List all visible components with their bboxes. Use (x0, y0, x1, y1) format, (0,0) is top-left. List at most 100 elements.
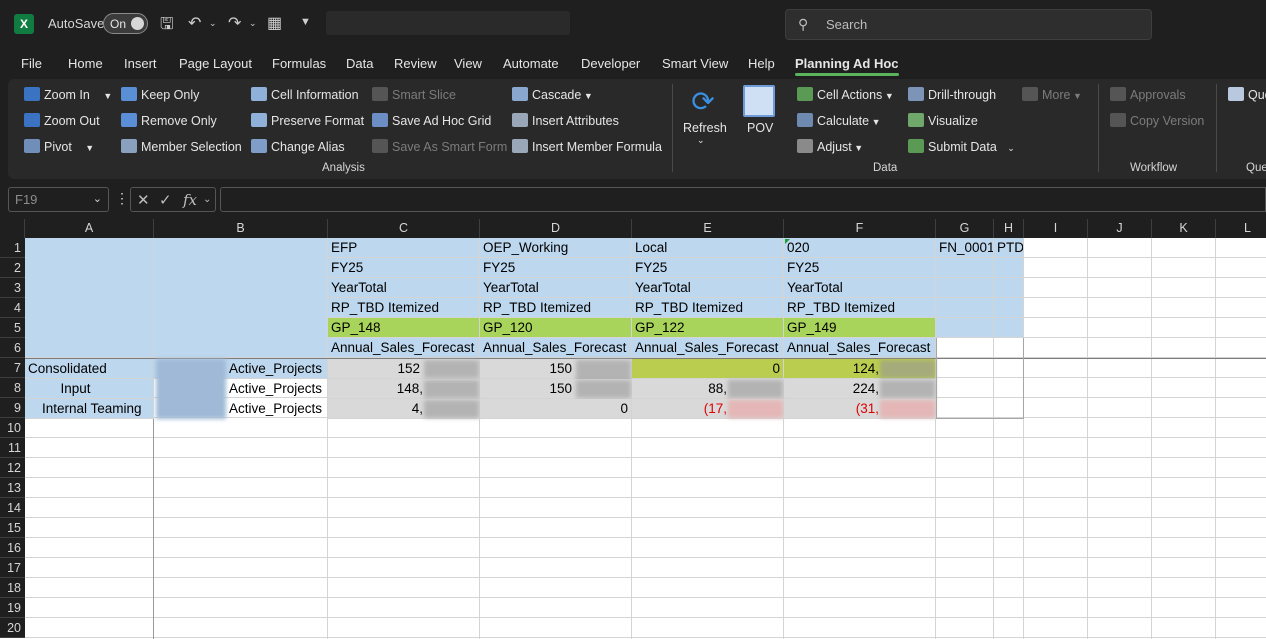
row-header[interactable]: 20 (0, 618, 25, 638)
cancel-icon[interactable]: ✕ (137, 191, 150, 209)
column-header[interactable]: D (480, 219, 632, 238)
refresh-button[interactable]: Refresh (683, 121, 727, 135)
cell-h1[interactable]: PTD (994, 238, 1024, 258)
insert-attributes-button[interactable]: Insert Attributes (512, 113, 619, 128)
cell-c1[interactable]: EFP (328, 238, 480, 258)
cell-c2[interactable]: FY25 (328, 258, 480, 278)
insert-function-icon[interactable]: fx (183, 191, 197, 209)
row-header[interactable]: 4 (0, 298, 25, 318)
tab-smart-view[interactable]: Smart View (662, 56, 728, 71)
row-header[interactable]: 11 (0, 438, 25, 458)
cell-b1-b6[interactable] (154, 238, 328, 358)
tab-home[interactable]: Home (68, 56, 103, 71)
cell-d4[interactable]: RP_TBD Itemized (480, 298, 632, 318)
cell-h2[interactable] (994, 258, 1024, 278)
cell-g5[interactable] (936, 318, 994, 338)
row-header[interactable]: 3 (0, 278, 25, 298)
row-header[interactable]: 8 (0, 378, 25, 398)
column-header[interactable]: F (784, 219, 936, 238)
calculate-button[interactable]: Calculate ▼ (797, 113, 881, 128)
cell-h3[interactable] (994, 278, 1024, 298)
confirm-icon[interactable]: ✓ (159, 191, 172, 209)
member-selection-button[interactable]: Member Selection (121, 139, 242, 154)
cell-e5[interactable]: GP_122 (632, 318, 784, 338)
cell-d9[interactable]: 0 (480, 399, 632, 419)
column-header[interactable]: G (936, 219, 994, 238)
name-box[interactable]: F19 ⌄ (8, 187, 109, 212)
column-header[interactable]: J (1088, 219, 1152, 238)
cell-g1[interactable]: FN_0001 (936, 238, 994, 258)
autosave-toggle[interactable]: On (103, 13, 148, 34)
more-button[interactable]: More ▼ (1022, 87, 1082, 102)
tab-developer[interactable]: Developer (581, 56, 640, 71)
customize-toolbar-icon[interactable]: ▼ (300, 16, 311, 28)
cell-c3[interactable]: YearTotal (328, 278, 480, 298)
column-header[interactable]: C (328, 219, 480, 238)
cell-c6[interactable]: Annual_Sales_Forecast (328, 338, 480, 358)
cell-d2[interactable]: FY25 (480, 258, 632, 278)
cell-f5[interactable]: GP_149 (784, 318, 936, 338)
cell-c5[interactable]: GP_148 (328, 318, 480, 338)
preserve-format-button[interactable]: Preserve Format (251, 113, 364, 128)
row-header[interactable]: 14 (0, 498, 25, 518)
tab-review[interactable]: Review (394, 56, 437, 71)
cell-d1[interactable]: OEP_Working (480, 238, 632, 258)
tab-page-layout[interactable]: Page Layout (179, 56, 252, 71)
pov-icon[interactable] (743, 85, 775, 117)
cell-f4[interactable]: RP_TBD Itemized (784, 298, 936, 318)
save-icon[interactable]: 🖫 (160, 13, 174, 40)
select-all-corner[interactable] (0, 219, 25, 238)
cell-information-button[interactable]: Cell Information (251, 87, 359, 102)
row-header[interactable]: 18 (0, 578, 25, 598)
cell-g3[interactable] (936, 278, 994, 298)
more-options-icon[interactable]: ⋮ (115, 190, 129, 207)
change-alias-button[interactable]: Change Alias (251, 139, 345, 154)
cell-a1-a6[interactable] (25, 238, 154, 358)
cell-e2[interactable]: FY25 (632, 258, 784, 278)
row-header[interactable]: 15 (0, 518, 25, 538)
remove-only-button[interactable]: Remove Only (121, 113, 217, 128)
visualize-button[interactable]: Visualize (908, 113, 978, 128)
row-header[interactable]: 9 (0, 398, 25, 418)
cell-d3[interactable]: YearTotal (480, 278, 632, 298)
tab-file[interactable]: File (21, 56, 42, 71)
cell-h5[interactable] (994, 318, 1024, 338)
cell-d6[interactable]: Annual_Sales_Forecast (480, 338, 632, 358)
column-header[interactable]: K (1152, 219, 1216, 238)
cell-f6[interactable]: Annual_Sales_Forecast (784, 338, 936, 358)
redo-icon[interactable]: ↷ (228, 13, 241, 33)
tab-formulas[interactable]: Formulas (272, 56, 326, 71)
column-header[interactable]: E (632, 219, 784, 238)
column-header[interactable]: I (1024, 219, 1088, 238)
refresh-dropdown-icon[interactable]: ⌄ (697, 135, 705, 146)
cell-e3[interactable]: YearTotal (632, 278, 784, 298)
cell-e4[interactable]: RP_TBD Itemized (632, 298, 784, 318)
spreadsheet-grid[interactable]: A B C D E F G H I J K L 1 2 3 4 5 6 7 8 … (0, 219, 1266, 639)
row-header[interactable]: 12 (0, 458, 25, 478)
column-header[interactable]: H (994, 219, 1024, 238)
insert-member-formula-button[interactable]: Insert Member Formula (512, 139, 662, 154)
cell-g4[interactable] (936, 298, 994, 318)
undo-icon[interactable]: ↶ (188, 13, 201, 33)
row-header[interactable]: 19 (0, 598, 25, 618)
row-header[interactable]: 6 (0, 338, 25, 358)
zoom-out-button[interactable]: Zoom Out (24, 113, 100, 128)
cell-h4[interactable] (994, 298, 1024, 318)
refresh-icon[interactable]: ⟳ (684, 85, 722, 117)
save-ad-hoc-grid-button[interactable]: Save Ad Hoc Grid (372, 113, 491, 128)
cascade-button[interactable]: Cascade ▼ (512, 87, 593, 102)
row-header[interactable]: 5 (0, 318, 25, 338)
tab-insert[interactable]: Insert (124, 56, 157, 71)
row-header[interactable]: 1 (0, 238, 25, 258)
tab-help[interactable]: Help (748, 56, 775, 71)
row-header[interactable]: 13 (0, 478, 25, 498)
cell-e6[interactable]: Annual_Sales_Forecast (632, 338, 784, 358)
cell-a7[interactable]: Consolidated (25, 359, 154, 379)
cell-actions-button[interactable]: Cell Actions ▼ (797, 87, 894, 102)
cell-a8[interactable]: Input (25, 379, 154, 399)
cell-c4[interactable]: RP_TBD Itemized (328, 298, 480, 318)
undo-dropdown-icon[interactable]: ⌄ (209, 18, 217, 29)
tab-view[interactable]: View (454, 56, 482, 71)
tab-data[interactable]: Data (346, 56, 373, 71)
column-header[interactable]: A (25, 219, 154, 238)
